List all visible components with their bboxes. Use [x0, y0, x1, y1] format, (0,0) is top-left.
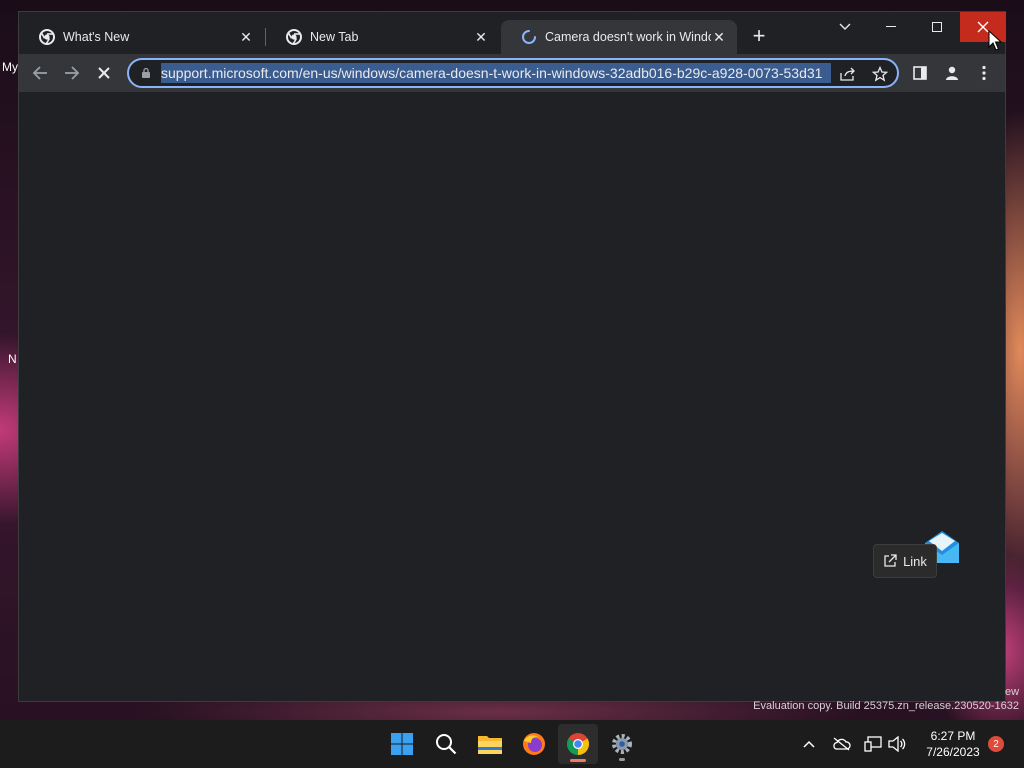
tab-title: Camera doesn't work in Windows	[545, 30, 711, 44]
onedrive-button[interactable]	[830, 732, 852, 756]
minimize-button[interactable]	[868, 12, 914, 42]
desktop-label-fragment: My	[2, 60, 18, 74]
evaluation-watermark: Evaluation copy. Build 25375.zn_release.…	[753, 700, 1019, 712]
start-button[interactable]	[382, 724, 422, 764]
tab-title: New Tab	[310, 30, 359, 44]
taskbar: 6:27 PM 7/26/2023 2	[0, 720, 1024, 768]
firefox-button[interactable]	[514, 724, 554, 764]
settings-icon	[612, 734, 632, 754]
tab-whats-new[interactable]: What's New ✕	[19, 20, 264, 54]
url-text[interactable]: support.microsoft.com/en-us/windows/came…	[161, 63, 831, 83]
lock-icon[interactable]	[139, 67, 153, 79]
clock-time: 6:27 PM	[930, 729, 976, 743]
start-icon	[391, 733, 413, 755]
file-explorer-button[interactable]	[470, 724, 510, 764]
network-icon	[864, 736, 882, 752]
external-link-icon	[884, 554, 897, 567]
share-icon	[840, 67, 855, 81]
address-bar[interactable]: support.microsoft.com/en-us/windows/came…	[127, 58, 899, 88]
side-panel-button[interactable]	[907, 60, 933, 86]
tab-close-icon[interactable]: ✕	[238, 29, 254, 46]
cloud-off-icon	[833, 737, 851, 751]
settings-button[interactable]	[602, 724, 642, 764]
browser-window: What's New ✕ New Tab ✕ Camera doesn't wo…	[18, 11, 1006, 702]
taskbar-search-button[interactable]	[426, 724, 466, 764]
stop-icon	[98, 67, 110, 79]
network-button[interactable]	[862, 732, 884, 756]
link-label: Link	[903, 553, 927, 569]
tab-new-tab[interactable]: New Tab ✕	[266, 20, 499, 54]
chrome-icon	[567, 733, 589, 755]
volume-button[interactable]	[886, 732, 908, 756]
chrome-taskbar-button[interactable]	[558, 724, 598, 764]
tab-camera-support[interactable]: Camera doesn't work in Windows ✕	[501, 20, 737, 54]
bookmark-button[interactable]	[871, 65, 889, 83]
notification-badge[interactable]: 2	[988, 736, 1004, 752]
running-app-indicator	[619, 758, 625, 761]
profile-icon	[946, 66, 958, 80]
tab-close-icon[interactable]: ✕	[473, 29, 489, 46]
tab-search-button[interactable]	[822, 12, 868, 42]
tab-strip: What's New ✕ New Tab ✕ Camera doesn't wo…	[19, 12, 1006, 60]
firefox-icon	[523, 733, 545, 755]
chevron-down-icon	[839, 23, 851, 30]
forward-button[interactable]	[59, 60, 85, 86]
maximize-icon	[932, 22, 942, 32]
chrome-icon	[286, 29, 302, 45]
minimize-icon	[886, 26, 896, 27]
stop-loading-button[interactable]	[91, 60, 117, 86]
clock[interactable]: 6:27 PM 7/26/2023	[920, 728, 986, 760]
tab-title: What's New	[63, 30, 130, 44]
chrome-icon	[39, 29, 55, 45]
profile-button[interactable]	[939, 60, 965, 86]
page-content: Link	[19, 92, 1005, 701]
star-icon	[872, 66, 888, 82]
mouse-cursor-icon	[988, 30, 1002, 51]
link-button[interactable]: Link	[873, 544, 937, 578]
back-button[interactable]	[27, 60, 53, 86]
volume-icon	[888, 736, 906, 752]
browser-toolbar: support.microsoft.com/en-us/windows/came…	[19, 54, 1005, 92]
maximize-button[interactable]	[914, 12, 960, 42]
file-explorer-icon	[478, 736, 502, 754]
loading-spinner-icon	[522, 30, 536, 44]
more-vert-icon	[982, 65, 986, 81]
tab-close-icon[interactable]: ✕	[711, 29, 727, 46]
share-button[interactable]	[839, 65, 857, 83]
chevron-up-icon	[803, 740, 815, 748]
active-app-indicator	[570, 759, 586, 762]
desktop-label-fragment: N	[8, 352, 17, 366]
clock-date: 7/26/2023	[926, 745, 980, 759]
menu-button[interactable]	[971, 60, 997, 86]
arrow-right-icon	[65, 66, 80, 80]
watermark-fragment: ew	[1005, 686, 1020, 698]
side-panel-icon	[913, 66, 927, 80]
show-hidden-icons-button[interactable]	[800, 732, 818, 756]
new-tab-button[interactable]: +	[749, 25, 769, 48]
search-icon	[436, 734, 457, 755]
arrow-left-icon	[32, 66, 47, 80]
